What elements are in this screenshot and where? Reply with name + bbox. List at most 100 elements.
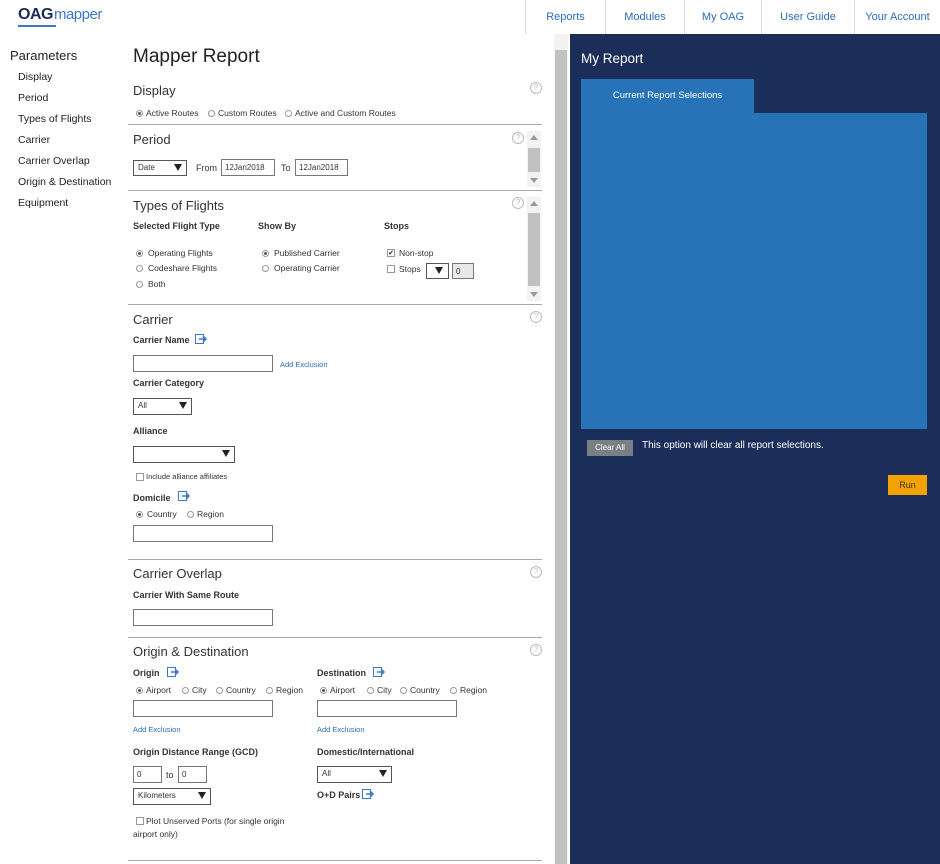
origin-add-exclusion-link[interactable]: Add Exclusion (133, 725, 181, 734)
page-scrollbar[interactable] (554, 34, 568, 864)
divider (128, 637, 542, 638)
carrier-name-input[interactable] (133, 355, 273, 372)
destination-airport-radio[interactable] (320, 687, 327, 694)
top-navigation-bar: OAGmapper Reports Modules My OAG User Gu… (0, 0, 940, 34)
domestic-international-select[interactable]: All (317, 766, 392, 783)
operating-flights-radio[interactable] (136, 250, 143, 257)
nav-your-account[interactable]: Your Account (854, 0, 940, 34)
nav-my-oag[interactable]: My OAG (684, 0, 761, 34)
display-help-icon[interactable]: ? (530, 82, 542, 94)
non-stop-checkbox[interactable]: ✔ (387, 249, 395, 257)
my-report-title: My Report (581, 51, 644, 66)
od-pairs-export-icon[interactable] (362, 789, 375, 799)
nav-reports[interactable]: Reports (525, 0, 605, 34)
destination-input[interactable] (317, 700, 457, 717)
sidebar-item-carrier[interactable]: Carrier (18, 134, 50, 146)
display-custom-routes-radio[interactable] (208, 110, 215, 117)
sidebar-item-origin-destination[interactable]: Origin & Destination (18, 176, 111, 188)
display-active-routes-radio[interactable] (136, 110, 143, 117)
carrier-help-icon[interactable]: ? (530, 311, 542, 323)
codeshare-flights-radio[interactable] (136, 265, 143, 272)
divider (128, 124, 542, 125)
plot-unserved-ports-label: Plot Unserved Ports (for single origin (146, 816, 285, 826)
domicile-input[interactable] (133, 525, 273, 542)
carrier-name-export-icon[interactable] (195, 334, 208, 344)
report-selections-area (581, 113, 927, 429)
origin-input[interactable] (133, 700, 273, 717)
page-title: Mapper Report (133, 46, 260, 67)
nav-user-guide[interactable]: User Guide (761, 0, 854, 34)
run-button[interactable]: Run (888, 475, 927, 495)
selected-flight-type-heading: Selected Flight Type (133, 221, 220, 231)
include-affiliates-checkbox[interactable] (136, 473, 144, 481)
types-of-flights-help-icon[interactable]: ? (512, 197, 524, 209)
plot-unserved-ports-label-2: airport only) (133, 829, 178, 839)
both-flights-radio[interactable] (136, 281, 143, 288)
domicile-country-radio[interactable] (136, 511, 143, 518)
domicile-export-icon[interactable] (178, 491, 191, 501)
carrier-add-exclusion-link[interactable]: Add Exclusion (280, 360, 328, 369)
divider (128, 860, 542, 861)
origin-city-label: City (192, 685, 207, 695)
distance-to-label: to (166, 770, 174, 780)
nav-modules[interactable]: Modules (605, 0, 684, 34)
sidebar-item-carrier-overlap[interactable]: Carrier Overlap (18, 155, 90, 167)
plot-unserved-ports-checkbox[interactable] (136, 817, 144, 825)
carrier-same-route-input[interactable] (133, 609, 273, 626)
origin-country-radio[interactable] (216, 687, 223, 694)
od-pairs-label: O+D Pairs (317, 790, 361, 800)
destination-export-icon[interactable] (373, 667, 386, 677)
origin-export-icon[interactable] (167, 667, 180, 677)
operating-carrier-radio[interactable] (262, 265, 269, 272)
distance-from-input[interactable]: 0 (133, 766, 162, 783)
carrier-category-select[interactable]: All (133, 398, 192, 415)
origin-city-radio[interactable] (182, 687, 189, 694)
period-help-icon[interactable]: ? (512, 132, 524, 144)
logo-underline (18, 25, 56, 27)
carrier-section-title: Carrier (133, 312, 173, 327)
destination-country-radio[interactable] (400, 687, 407, 694)
clear-all-button[interactable]: Clear All (587, 440, 633, 456)
distance-to-input[interactable]: 0 (178, 766, 207, 783)
period-to-label: To (281, 163, 291, 173)
sidebar-item-equipment[interactable]: Equipment (18, 197, 68, 209)
period-from-input[interactable]: 12Jan2018 (221, 159, 275, 176)
sidebar-item-period[interactable]: Period (18, 92, 48, 104)
sidebar-item-display[interactable]: Display (18, 71, 52, 83)
display-active-routes-label: Active Routes (146, 108, 199, 118)
divider (128, 304, 542, 305)
period-from-label: From (196, 163, 217, 173)
domicile-region-radio[interactable] (187, 511, 194, 518)
origin-destination-help-icon[interactable]: ? (530, 644, 542, 656)
types-of-flights-scrollbar[interactable] (527, 197, 541, 301)
origin-region-radio[interactable] (266, 687, 273, 694)
origin-airport-radio[interactable] (136, 687, 143, 694)
published-carrier-radio[interactable] (262, 250, 269, 257)
alliance-label: Alliance (133, 426, 168, 436)
alliance-select[interactable] (133, 446, 235, 463)
origin-region-label: Region (276, 685, 303, 695)
display-active-custom-routes-radio[interactable] (285, 110, 292, 117)
destination-city-radio[interactable] (367, 687, 374, 694)
distance-unit-select[interactable]: Kilometers (133, 788, 211, 805)
destination-add-exclusion-link[interactable]: Add Exclusion (317, 725, 365, 734)
page-scrollbar-thumb[interactable] (555, 50, 567, 864)
period-to-input[interactable]: 12Jan2018 (295, 159, 348, 176)
destination-region-radio[interactable] (450, 687, 457, 694)
stops-heading: Stops (384, 221, 410, 231)
oag-mapper-logo[interactable]: OAGmapper (18, 6, 102, 27)
display-active-custom-routes-label: Active and Custom Routes (295, 108, 396, 118)
carrier-same-route-label: Carrier With Same Route (133, 590, 239, 600)
tab-current-report-selections[interactable]: Current Report Selections (581, 79, 754, 113)
stops-count-input[interactable]: 0 (452, 263, 474, 279)
period-type-select[interactable]: Date (133, 160, 187, 176)
stops-checkbox[interactable] (387, 265, 395, 273)
show-by-heading: Show By (258, 221, 297, 231)
period-scrollbar[interactable] (527, 131, 541, 187)
stops-operator-select[interactable] (426, 263, 449, 279)
display-section-title: Display (133, 83, 176, 98)
sidebar-item-types-of-flights[interactable]: Types of Flights (18, 113, 92, 125)
origin-airport-label: Airport (146, 685, 172, 695)
divider (128, 559, 542, 560)
carrier-overlap-help-icon[interactable]: ? (530, 566, 542, 578)
